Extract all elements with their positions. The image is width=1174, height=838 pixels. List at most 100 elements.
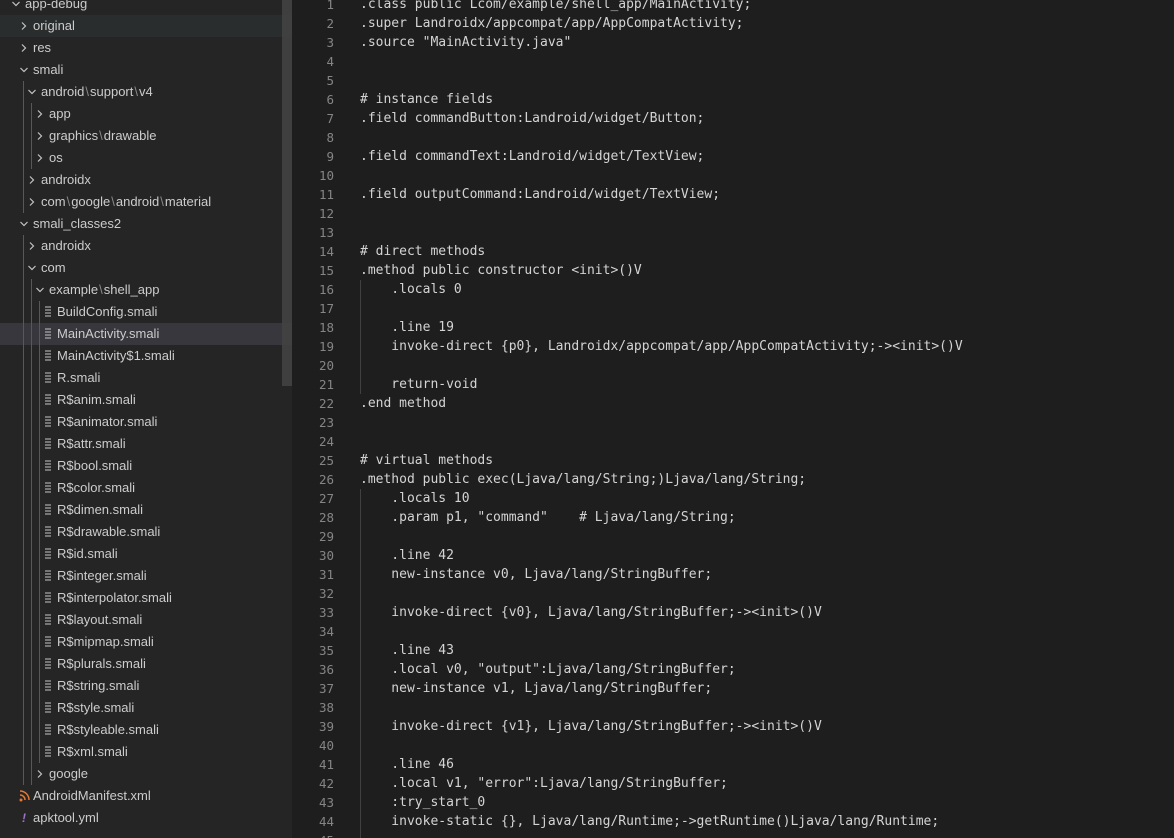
tree-file-item[interactable]: MainActivity.smali — [0, 323, 292, 345]
indent-guide — [39, 499, 40, 521]
indent-guide — [31, 455, 32, 477]
line-number: 18 — [318, 320, 334, 335]
tree-file-item[interactable]: MainActivity$1.smali — [0, 345, 292, 367]
tree-item-label: R$mipmap.smali — [57, 634, 154, 649]
tree-folder-item[interactable]: androidx — [0, 169, 292, 191]
tree-file-item[interactable]: R$plurals.smali — [0, 653, 292, 675]
indent-guide — [39, 719, 40, 741]
code-line: 22 .end method — [292, 394, 1174, 413]
line-number: 4 — [326, 54, 334, 69]
indent-guide — [39, 741, 40, 763]
indent-guide — [23, 697, 24, 719]
tree-file-item[interactable]: R.smali — [0, 367, 292, 389]
line-number: 14 — [318, 244, 334, 259]
tree-file-item[interactable]: R$color.smali — [0, 477, 292, 499]
tree-file-item[interactable]: R$integer.smali — [0, 565, 292, 587]
tree-folder-item[interactable]: smali — [0, 59, 292, 81]
chevron-right-icon — [24, 169, 40, 191]
tree-file-item[interactable]: R$animator.smali — [0, 411, 292, 433]
indent-guide — [23, 345, 24, 367]
smali-file-icon — [40, 719, 56, 741]
tree-folder-item[interactable]: com\google\android\material — [0, 191, 292, 213]
tree-item-label: R$id.smali — [57, 546, 118, 561]
tree-folder-item[interactable]: os — [0, 147, 292, 169]
tree-folder-item[interactable]: app — [0, 103, 292, 125]
code-line: 5 — [292, 71, 1174, 90]
code-line: 45 — [292, 831, 1174, 838]
sidebar-scrollbar-thumb[interactable] — [282, 0, 292, 386]
tree-file-item[interactable]: R$layout.smali — [0, 609, 292, 631]
code-line: 31 new-instance v0, Ljava/lang/StringBuf… — [292, 565, 1174, 584]
indent-guide — [23, 675, 24, 697]
tree-file-item[interactable]: R$bool.smali — [0, 455, 292, 477]
exclamation-yml-icon: ! — [22, 811, 26, 825]
line-number: 10 — [318, 168, 334, 183]
tree-item-label: R$style.smali — [57, 700, 135, 715]
tree-file-item[interactable]: R$xml.smali — [0, 741, 292, 763]
indent-guide — [39, 301, 40, 323]
indent-guide — [31, 499, 32, 521]
tree-item-label: example\shell_app — [49, 282, 160, 297]
tree-folder-item[interactable]: res — [0, 37, 292, 59]
chevron-down-icon — [8, 0, 24, 15]
code-line: 17 — [292, 299, 1174, 318]
indent-guide — [31, 521, 32, 543]
tree-file-item[interactable]: R$dimen.smali — [0, 499, 292, 521]
smali-file-icon — [40, 741, 56, 763]
code-indent-guide — [360, 622, 361, 641]
code-line: 34 — [292, 622, 1174, 641]
indent-guide — [23, 235, 24, 257]
tree-folder-item[interactable]: example\shell_app — [0, 279, 292, 301]
tree-folder-item[interactable]: graphics\drawable — [0, 125, 292, 147]
smali-file-icon — [40, 301, 56, 323]
code-editor[interactable]: 1 .class public Lcom/example/shell_app/Ma… — [292, 0, 1174, 838]
tree-file-item[interactable]: R$styleable.smali — [0, 719, 292, 741]
smali-file-icon — [40, 697, 56, 719]
tree-folder-item[interactable]: com — [0, 257, 292, 279]
indent-guide — [31, 323, 32, 345]
code-text: .class public Lcom/example/shell_app/Mai… — [360, 0, 752, 12]
tree-folder-item[interactable]: android\support\v4 — [0, 81, 292, 103]
tree-file-item[interactable]: AndroidManifest.xml — [0, 785, 292, 807]
code-line: 40 — [292, 736, 1174, 755]
chevron-right-icon — [24, 191, 40, 213]
tree-folder-item[interactable]: smali_classes2 — [0, 213, 292, 235]
tree-file-item[interactable]: ! apktool.yml — [0, 807, 292, 829]
indent-guide — [39, 433, 40, 455]
line-number: 17 — [318, 301, 334, 316]
tree-item-label: app-debug — [25, 0, 88, 11]
tree-item-label: graphics\drawable — [49, 128, 157, 143]
indent-guide — [31, 389, 32, 411]
code-text: .local v1, "error":Ljava/lang/StringBuff… — [360, 776, 728, 791]
tree-file-item[interactable]: R$drawable.smali — [0, 521, 292, 543]
smali-file-icon — [40, 565, 56, 587]
tree-file-item[interactable]: R$attr.smali — [0, 433, 292, 455]
smali-file-icon — [40, 609, 56, 631]
tree-file-item[interactable]: R$id.smali — [0, 543, 292, 565]
indent-guide — [23, 433, 24, 455]
tree-item-label: R$animator.smali — [57, 414, 158, 429]
tree-item-label: R$attr.smali — [57, 436, 126, 451]
smali-file-icon — [40, 455, 56, 477]
line-number: 15 — [318, 263, 334, 278]
chevron-down-icon — [16, 213, 32, 235]
tree-folder-item[interactable]: original — [0, 15, 292, 37]
smali-file-icon — [40, 477, 56, 499]
tree-file-item[interactable]: R$string.smali — [0, 675, 292, 697]
tree-file-item[interactable]: BuildConfig.smali — [0, 301, 292, 323]
tree-file-item[interactable]: R$mipmap.smali — [0, 631, 292, 653]
tree-file-item[interactable]: R$interpolator.smali — [0, 587, 292, 609]
code-indent-guide — [360, 698, 361, 717]
tree-folder-item[interactable]: app-debug — [0, 0, 292, 15]
code-text: invoke-direct {p0}, Landroidx/appcompat/… — [360, 339, 963, 354]
tree-folder-item[interactable]: androidx — [0, 235, 292, 257]
tree-folder-item[interactable]: google — [0, 763, 292, 785]
code-line: 10 — [292, 166, 1174, 185]
line-number: 13 — [318, 225, 334, 240]
tree-file-item[interactable]: R$anim.smali — [0, 389, 292, 411]
code-line: 19 invoke-direct {p0}, Landroidx/appcomp… — [292, 337, 1174, 356]
code-text: .method public exec(Ljava/lang/String;)L… — [360, 472, 807, 487]
indent-guide — [39, 565, 40, 587]
indent-guide — [39, 587, 40, 609]
tree-file-item[interactable]: R$style.smali — [0, 697, 292, 719]
